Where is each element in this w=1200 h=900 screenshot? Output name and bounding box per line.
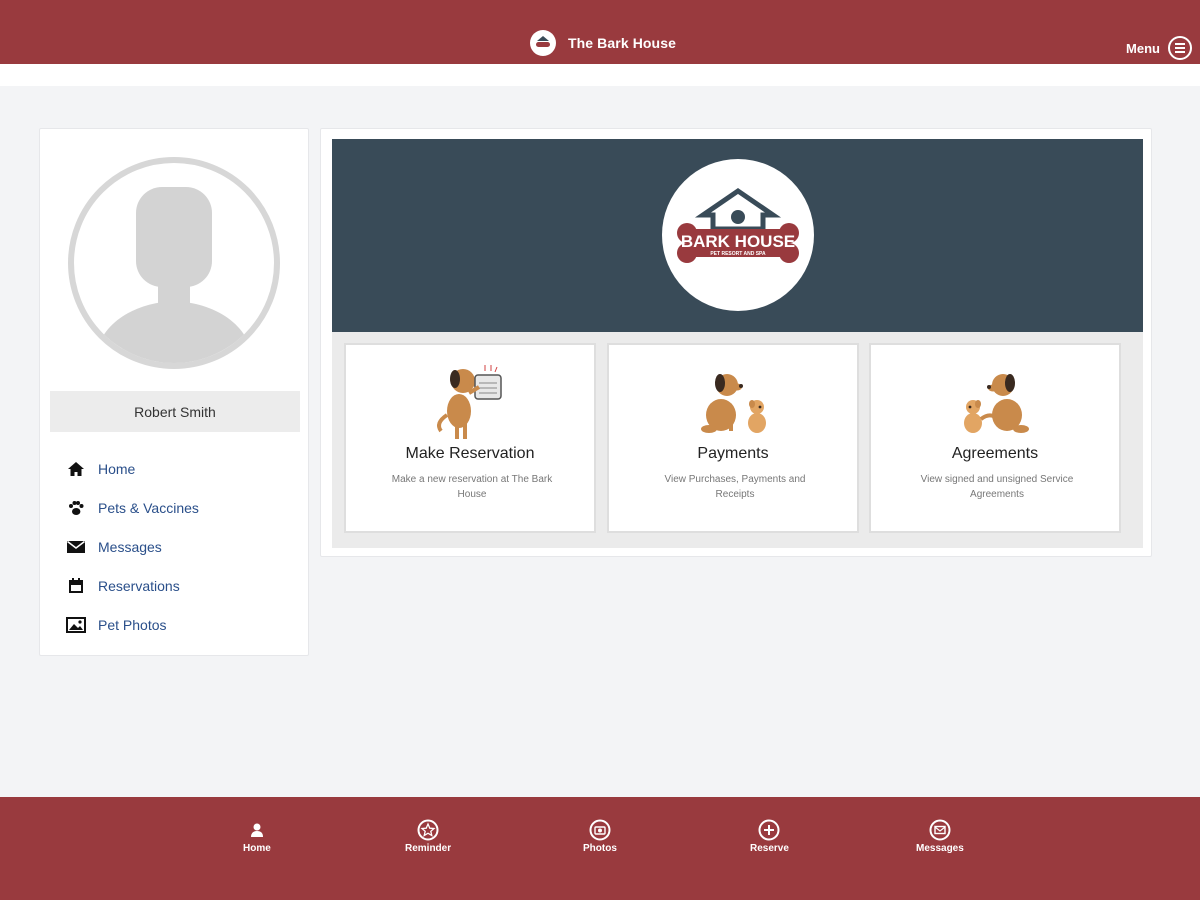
star-icon [417, 819, 439, 841]
brand: The Bark House [530, 30, 676, 56]
hero-banner: BARK HOUSE PET RESORT AND SPA [332, 139, 1143, 332]
make-reservation-card[interactable]: Make Reservation Make a new reservation … [344, 343, 596, 533]
sidebar-item-label: Pets & Vaccines [98, 499, 199, 516]
payments-card[interactable]: Payments View Purchases, Payments and Re… [607, 343, 859, 533]
bark-house-logo: BARK HOUSE PET RESORT AND SPA [662, 159, 814, 311]
dog-calendar-illustration-icon [346, 357, 594, 441]
app-title: The Bark House [568, 35, 676, 51]
user-name: Robert Smith [50, 391, 300, 432]
dog-with-puppy-illustration-icon [609, 357, 857, 441]
agreements-card[interactable]: Agreements View signed and unsigned Serv… [869, 343, 1121, 533]
card-title: Make Reservation [405, 445, 535, 462]
tab-label: Reminder [405, 843, 452, 854]
card-description: View Purchases, Payments and Receipts [664, 474, 806, 500]
dog-and-puppy-illustration-icon [871, 357, 1119, 441]
tab-label: Messages [916, 843, 964, 854]
tab-label: Photos [583, 843, 617, 854]
menu-button[interactable]: Menu [1126, 36, 1192, 60]
avatar-placeholder-icon [94, 187, 254, 363]
envelope-icon [66, 537, 86, 557]
bottom-tab-reserve[interactable]: Reserve [750, 819, 789, 854]
card-title: Payments [697, 445, 769, 462]
bottom-nav: Home Reminder Photos Reserve Messages [0, 797, 1200, 900]
profile-sidebar: Robert Smith Home Pets & Vaccines Messag… [39, 128, 309, 656]
mail-icon [929, 819, 951, 841]
sidebar-item-label: Reservations [98, 577, 180, 594]
hamburger-icon [1168, 36, 1192, 60]
action-cards: Make Reservation Make a new reservation … [332, 332, 1143, 548]
card-title: Agreements [951, 445, 1039, 462]
card-description: View signed and unsigned Service Agreeme… [920, 474, 1074, 500]
camera-icon [589, 819, 611, 841]
sidebar-item-label: Messages [98, 538, 162, 555]
bottom-tab-messages[interactable]: Messages [916, 819, 964, 854]
calendar-icon [66, 576, 86, 596]
dashboard-panel: BARK HOUSE PET RESORT AND SPA Make Reser… [320, 128, 1152, 557]
brand-logo-icon [530, 30, 556, 56]
sidebar-item-pet-photos[interactable]: Pet Photos [66, 605, 199, 644]
paw-icon [66, 498, 86, 518]
plus-icon [758, 819, 780, 841]
tab-label: Reserve [750, 843, 789, 854]
sidebar-item-label: Home [98, 460, 136, 477]
sidebar-item-label: Pet Photos [98, 616, 167, 633]
bark-house-logo-icon: BARK HOUSE PET RESORT AND SPA [677, 187, 799, 263]
sidebar-item-home[interactable]: Home [66, 449, 199, 488]
tab-label: Home [243, 843, 271, 854]
logo-text-sub: PET RESORT AND SPA [710, 251, 766, 257]
bottom-tab-home[interactable]: Home [243, 819, 271, 854]
user-icon [246, 819, 268, 841]
logo-text-main: BARK HOUSE [681, 232, 795, 251]
sidebar-item-messages[interactable]: Messages [66, 527, 199, 566]
header-strip [0, 64, 1200, 86]
sidebar-item-reservations[interactable]: Reservations [66, 566, 199, 605]
menu-label: Menu [1126, 40, 1160, 56]
card-description: Make a new reservation at The Bark House [391, 474, 553, 500]
top-app-bar: The Bark House Menu [0, 0, 1200, 64]
sidebar-item-pets-vaccines[interactable]: Pets & Vaccines [66, 488, 199, 527]
avatar[interactable] [68, 157, 280, 369]
sidebar-nav: Home Pets & Vaccines Messages Reservatio… [66, 449, 199, 644]
home-icon [66, 459, 86, 479]
photo-icon [66, 615, 86, 635]
bottom-tab-photos[interactable]: Photos [583, 819, 617, 854]
bottom-tab-reminder[interactable]: Reminder [405, 819, 451, 854]
